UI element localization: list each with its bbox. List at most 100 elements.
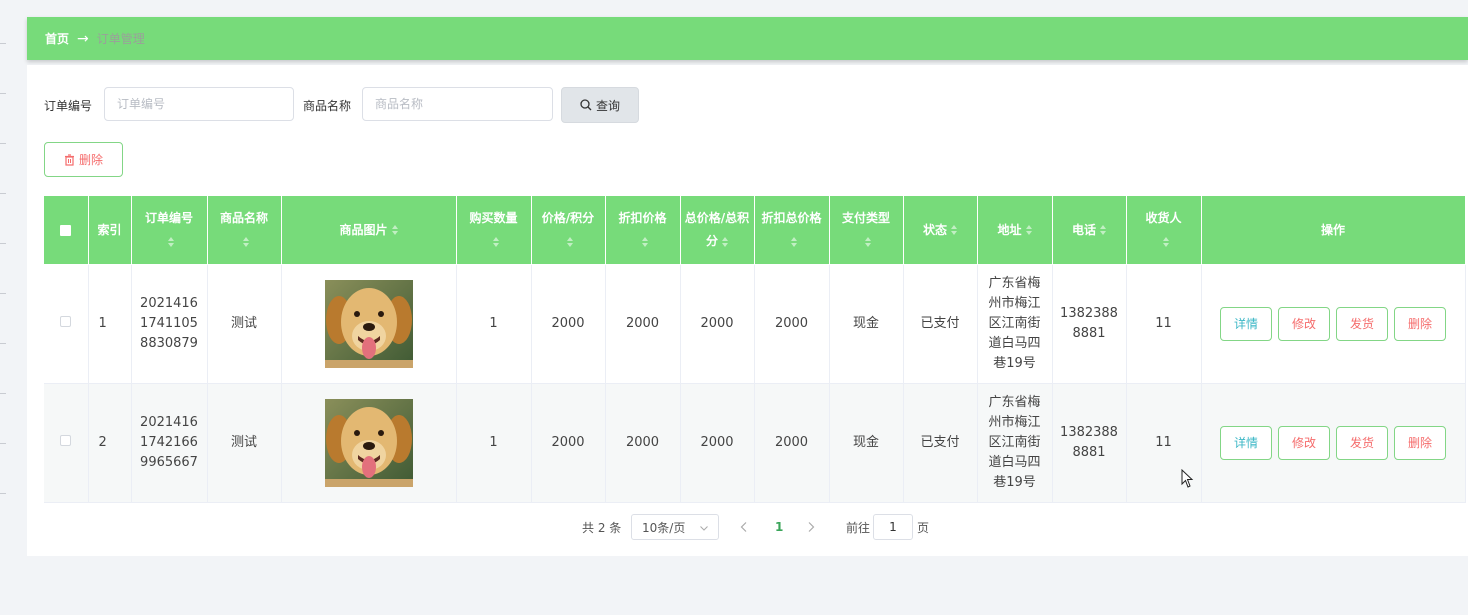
header-product-name[interactable]: 商品名称 [207, 196, 282, 265]
row-payment-type: 现金 [829, 383, 904, 503]
edit-button[interactable]: 修改 [1278, 426, 1330, 460]
order-no-input[interactable] [104, 87, 294, 121]
row-order-no: 2021416 1741105 8830879 [131, 264, 208, 384]
row-price-points: 2000 [531, 264, 606, 384]
sort-icon[interactable] [790, 236, 797, 247]
sort-icon[interactable] [1100, 225, 1106, 235]
row-discount-total: 2000 [754, 264, 830, 384]
sort-icon[interactable] [391, 225, 398, 235]
sort-icon[interactable] [567, 236, 573, 247]
sort-icon[interactable] [168, 236, 174, 247]
delete-button[interactable]: 删除 [1394, 426, 1446, 460]
goto-label: 前往 [846, 520, 871, 535]
row-product-name: 测试 [207, 383, 282, 503]
header-phone[interactable]: 电话 [1052, 196, 1127, 265]
header-actions: 操作 [1201, 196, 1466, 265]
row-order-no: 2021416 1742166 9965667 [131, 383, 208, 503]
header-index: 索引 [88, 196, 132, 265]
ship-button[interactable]: 发货 [1336, 307, 1388, 341]
batch-delete-label: 删除 [78, 153, 103, 167]
sort-icon[interactable] [1025, 225, 1032, 235]
sort-icon[interactable] [865, 236, 871, 247]
trash-icon [64, 153, 75, 166]
sort-icon[interactable] [722, 236, 728, 247]
breadcrumb-current: 订单管理 [96, 32, 145, 46]
header-total-price-points[interactable]: 总价格/总积分 [680, 196, 755, 265]
row-index: 1 [88, 264, 132, 384]
row-address: 广东省梅 州市梅江 区江南街 道白马四 巷19号 [977, 383, 1053, 503]
header-order-no[interactable]: 订单编号 [131, 196, 208, 265]
row-product-image[interactable] [281, 264, 457, 384]
select-all-checkbox[interactable] [60, 224, 72, 236]
prev-page-icon[interactable] [740, 514, 747, 540]
row-index: 2 [88, 383, 132, 503]
product-name-label: 商品名称 [303, 99, 352, 113]
header-status[interactable]: 状态 [903, 196, 978, 265]
pagination: 共 2 条 10条/页 1 前往 1 页 [27, 514, 1468, 540]
batch-delete-button[interactable]: 删除 [44, 142, 123, 177]
header-receiver[interactable]: 收货人 [1126, 196, 1202, 265]
row-total-price-points: 2000 [680, 264, 755, 384]
sort-icon[interactable] [951, 225, 957, 235]
row-product-name: 测试 [207, 264, 282, 384]
row-receiver: 11 [1126, 264, 1202, 384]
dog-photo-image[interactable] [324, 280, 413, 368]
header-select-all[interactable] [44, 196, 89, 265]
row-select-cell[interactable] [44, 383, 89, 503]
row-product-image[interactable] [281, 383, 457, 503]
row-quantity: 1 [456, 264, 532, 384]
pagination-total: 共 2 条 [582, 520, 622, 535]
header-payment-type[interactable]: 支付类型 [829, 196, 904, 265]
sort-icon[interactable] [492, 236, 499, 247]
row-discount-price: 2000 [605, 264, 681, 384]
dog-photo-image[interactable] [324, 399, 413, 487]
detail-button[interactable]: 详情 [1220, 426, 1272, 460]
row-select-cell[interactable] [44, 264, 89, 384]
main-panel: 订单编号 商品名称 查询 删除 索引 订单编号 商品名称 商品图片 [27, 65, 1468, 556]
detail-button[interactable]: 详情 [1220, 307, 1272, 341]
goto-suffix: 页 [917, 520, 930, 535]
breadcrumb-arrow: → [77, 30, 89, 47]
query-button[interactable]: 查询 [561, 87, 639, 123]
goto-page-input[interactable]: 1 [873, 514, 913, 540]
row-total-price-points: 2000 [680, 383, 755, 503]
sort-icon[interactable] [641, 236, 648, 247]
ship-button[interactable]: 发货 [1336, 426, 1388, 460]
row-phone: 1382388 8881 [1052, 264, 1127, 384]
header-discount-total[interactable]: 折扣总价格 [754, 196, 830, 265]
header-price-points[interactable]: 价格/积分 [531, 196, 606, 265]
edit-button[interactable]: 修改 [1278, 307, 1330, 341]
row-price-points: 2000 [531, 383, 606, 503]
page-size-value: 10条/页 [642, 520, 686, 535]
table-row: 2 2021416 1742166 9965667 测试 1 2000 2000… [44, 383, 1466, 503]
next-page-icon[interactable] [808, 514, 815, 540]
header-quantity[interactable]: 购买数量 [456, 196, 532, 265]
sort-icon[interactable] [243, 236, 249, 247]
row-quantity: 1 [456, 383, 532, 503]
row-discount-total: 2000 [754, 383, 830, 503]
row-checkbox[interactable] [60, 435, 72, 446]
row-actions: 详情 修改 发货 删除 [1201, 264, 1466, 384]
row-address: 广东省梅 州市梅江 区江南街 道白马四 巷19号 [977, 264, 1053, 384]
row-discount-price: 2000 [605, 383, 681, 503]
left-edge-ticks [0, 0, 8, 615]
table-header-row: 索引 订单编号 商品名称 商品图片 购买数量 价格/积分 折扣价格 总价格/总积… [44, 196, 1466, 265]
header-discount-price[interactable]: 折扣价格 [605, 196, 681, 265]
product-name-input[interactable] [362, 87, 553, 121]
order-no-label: 订单编号 [44, 99, 93, 113]
header-product-image[interactable]: 商品图片 [281, 196, 457, 265]
orders-table: 索引 订单编号 商品名称 商品图片 购买数量 价格/积分 折扣价格 总价格/总积… [44, 196, 1466, 503]
page-size-select[interactable]: 10条/页 [631, 514, 719, 540]
mouse-cursor-icon [1181, 469, 1194, 488]
sort-icon[interactable] [1162, 236, 1169, 247]
header-address[interactable]: 地址 [977, 196, 1053, 265]
page-number-current[interactable]: 1 [775, 514, 783, 540]
row-status: 已支付 [903, 264, 978, 384]
delete-button[interactable]: 删除 [1394, 307, 1446, 341]
row-actions: 详情 修改 发货 删除 [1201, 383, 1466, 503]
row-checkbox[interactable] [60, 316, 72, 327]
breadcrumb: 首页 → 订单管理 [27, 17, 1468, 60]
chevron-down-icon [700, 520, 708, 534]
search-icon [580, 99, 592, 111]
breadcrumb-home[interactable]: 首页 [45, 30, 69, 47]
